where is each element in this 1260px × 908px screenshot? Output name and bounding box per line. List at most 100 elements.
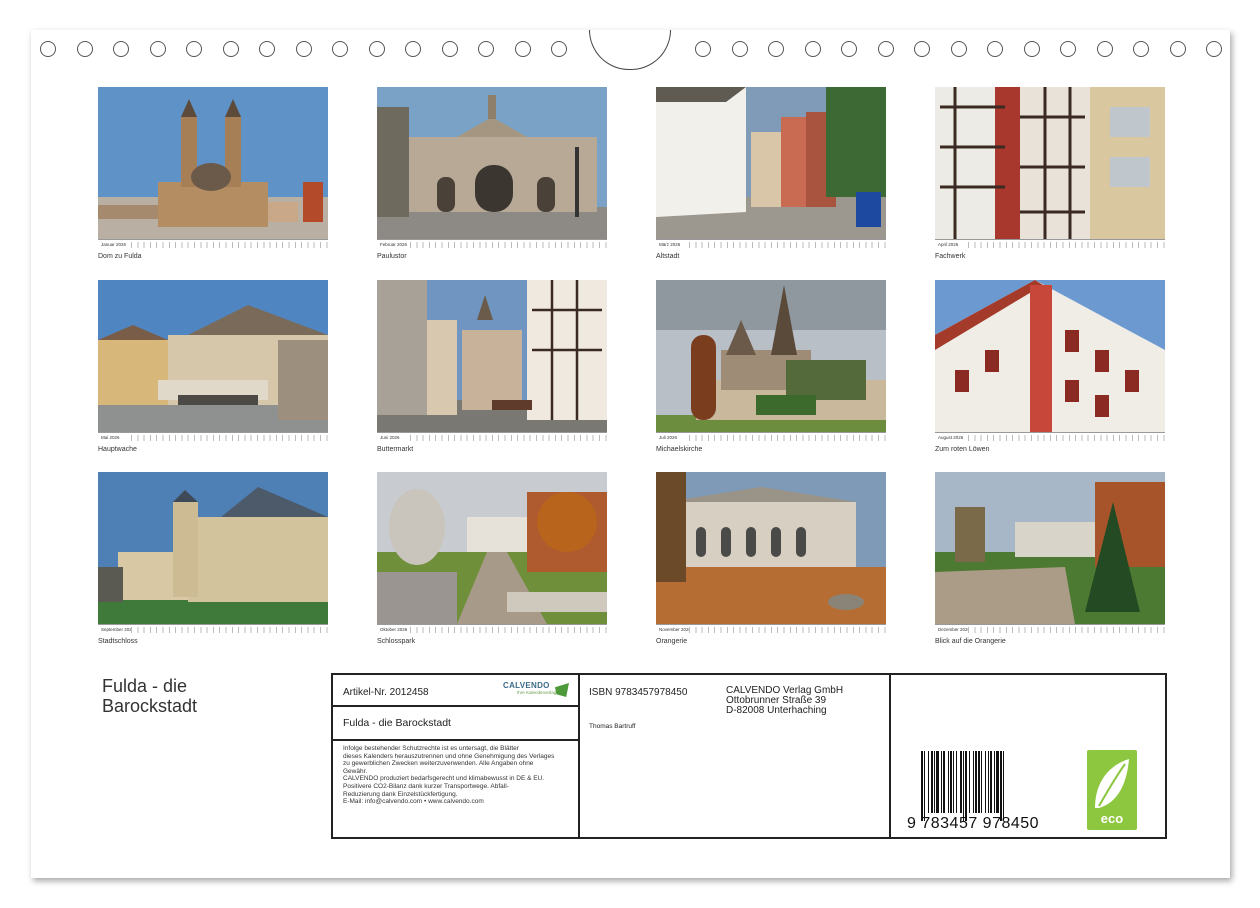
photo-image [656,472,886,624]
barcode-bar [990,751,992,813]
barcode-bar [924,751,925,821]
photo-image [377,280,607,432]
calendar-title-line-1: Fulda - die [102,676,188,696]
publisher-line: D-82008 Unterhaching [726,705,827,716]
day-grid [689,434,886,441]
month-label: Juli 2026 [659,435,678,440]
barcode [921,751,1004,821]
binding-hole [149,41,166,57]
month-label: Dezember 2026 [938,627,968,632]
photo-image [656,87,886,239]
divider [578,675,580,837]
barcode-bar [975,751,977,813]
binding-hole [441,41,458,57]
month-calendar-strip: März 2026 [656,239,886,249]
calendar-title-line-2: Barockstadt [102,696,198,716]
binding-hole [514,41,531,57]
photo-caption: Paulustor [377,253,407,260]
month-photo: Februar 2026 [377,87,607,249]
binding-hole [695,41,711,57]
day-grid [131,626,328,633]
barcode-bar [985,751,986,813]
month-label: September 2026 [101,627,131,632]
month-label: Februar 2026 [380,242,408,247]
binding-hole [1060,41,1076,57]
barcode-bar [994,751,995,813]
photo-caption: Hauptwache [98,446,137,453]
month-calendar-strip: August 2026 [935,432,1165,442]
month-photo: Oktober 2026 [377,472,607,634]
month-photo: Januar 2026 [98,87,328,249]
month-photo: August 2026 [935,280,1165,442]
month-tile: Oktober 2026 Schlosspark [377,472,607,645]
month-tile: Mai 2026 Hauptwache [98,280,328,453]
month-tile: Februar 2026 Paulustor [377,87,607,260]
article-number: Artikel-Nr. 2012458 [343,687,429,698]
month-label: April 2026 [938,242,959,247]
isbn: ISBN 9783457978450 [589,687,688,698]
barcode-bar [978,751,980,813]
binding-hole [222,41,239,57]
barcode-bar [941,751,942,813]
legal-line: E-Mail: info@calvendo.com • www.calvendo… [343,798,484,806]
binding-hole [259,41,275,57]
day-grid [968,434,1165,441]
binding-hole [1206,41,1222,57]
barcode-bar [1000,751,1002,821]
legal-line: CALVENDO produziert bedarfsgerecht und k… [343,775,545,783]
legal-line: zu gewerblichen Zwecken weiterzuverwende… [343,760,534,768]
day-grid [131,241,328,248]
photo-caption: Orangerie [656,638,688,645]
month-tile: September 2026 Stadtschloss [98,472,328,645]
month-calendar-strip: Januar 2026 [98,239,328,249]
month-tile: April 2026 Fachwerk [935,87,1165,260]
month-label: Juni 2026 [380,435,400,440]
binding-hole [731,41,748,57]
divider [333,705,578,707]
binding-hole [804,41,821,57]
photo-caption: Stadtschloss [98,638,138,645]
month-calendar-strip: September 2026 [98,624,328,634]
binding-hole [877,41,894,57]
barcode-bar [934,751,935,813]
month-calendar-strip: April 2026 [935,239,1165,249]
month-tile: August 2026 Zum roten Löwen [935,280,1165,453]
barcode-number: 9 783457 978450 [907,815,1040,832]
legal-notice: Infolge bestehender Schutzrechte ist es … [343,745,578,806]
barcode-bar [969,751,970,813]
month-photo: April 2026 [935,87,1165,249]
binding-hole [40,41,56,57]
binding-hole [113,41,129,57]
month-label: März 2026 [659,242,681,247]
month-tile: Dezember 2026 Blick auf die Orangerie [935,472,1165,645]
day-grid [689,626,886,633]
month-calendar-strip: Juni 2026 [377,432,607,442]
binding-hole [551,41,567,57]
binding-hole [1169,41,1186,57]
barcode-bar [988,751,989,813]
photo-image [377,87,607,239]
barcode-bar [931,751,933,813]
month-photo: November 2026 [656,472,886,634]
legal-line: dieses Kalenders herauszutrennen und ohn… [343,752,555,760]
author: Thomas Bartruff [589,723,636,730]
binding-hole [987,41,1003,57]
binding-hole [914,41,930,57]
barcode-bar [948,751,949,813]
binding-hole [1096,41,1113,57]
month-tile: November 2026 Orangerie [656,472,886,645]
day-grid [410,434,607,441]
month-calendar-strip: Oktober 2026 [377,624,607,634]
photo-caption: Dom zu Fulda [98,253,142,260]
legal-line: Positivere CO2-Bilanz dank kurzer Transp… [343,782,509,790]
binding-hole [950,41,967,57]
month-tile: Januar 2026 Dom zu Fulda [98,87,328,260]
month-tile: Juni 2026 Buttermarkt [377,280,607,453]
divider [333,739,578,741]
leaf-icon [1095,759,1129,808]
month-photo: März 2026 [656,87,886,249]
month-photo: Juli 2026 [656,280,886,442]
barcode-bar [996,751,999,813]
legal-line: Gewähr. [343,767,368,775]
day-grid [968,241,1165,248]
